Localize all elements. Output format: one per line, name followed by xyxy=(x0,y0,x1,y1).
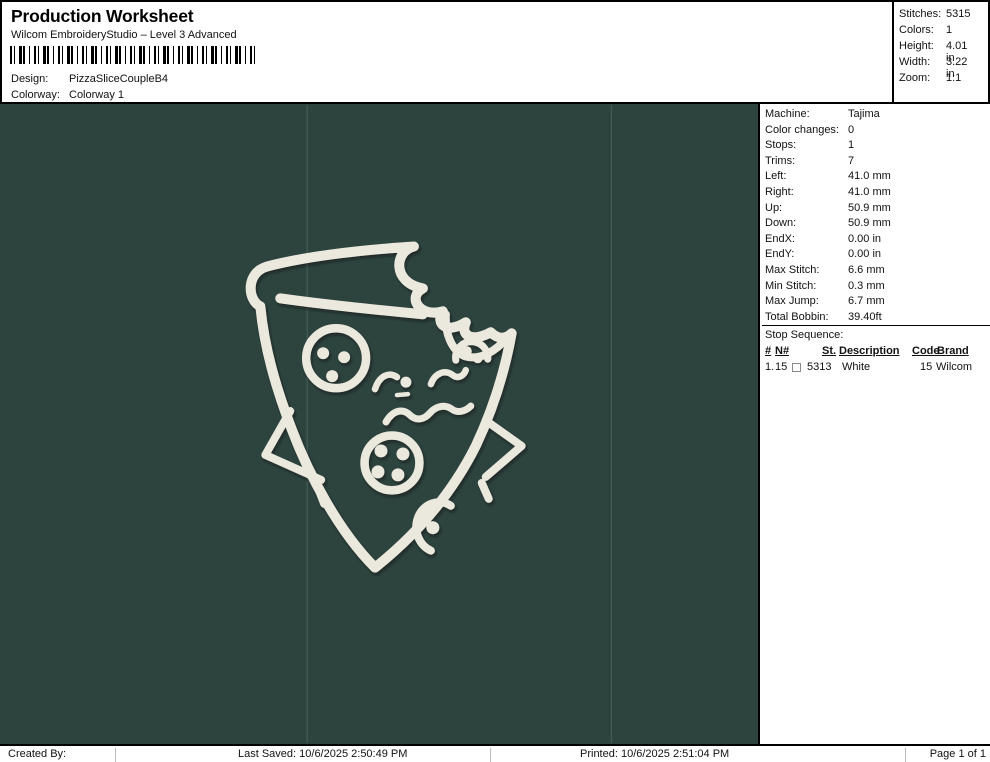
production-worksheet-page: Production Worksheet Wilcom EmbroiderySt… xyxy=(0,0,990,762)
info-row-endx: EndX: 0.00 in xyxy=(765,232,882,245)
stop-sequence-header: # N# St. Description Code Brand xyxy=(762,345,990,360)
col-brand: Brand xyxy=(937,345,969,357)
row-description: White xyxy=(842,361,871,373)
stop-sequence-title: Stop Sequence: xyxy=(765,329,844,341)
header-divider xyxy=(892,2,894,102)
info-row-down: Down: 50.9 mm xyxy=(765,217,891,230)
info-row-endy: EndY: 0.00 in xyxy=(765,248,882,261)
printed-timestamp: Printed: 10/6/2025 2:51:04 PM xyxy=(580,748,730,760)
colorway-row: Colorway: Colorway 1 xyxy=(11,89,124,101)
info-row-up: Up: 50.9 mm xyxy=(765,201,891,214)
machine-info-panel: Machine: Tajima Color changes: 0 Stops: 1 T… xyxy=(762,104,990,744)
brow-dash xyxy=(394,391,411,398)
created-by-label: Created By: xyxy=(8,748,67,760)
right-arm-hand xyxy=(477,478,493,503)
thread-color-checkbox[interactable] xyxy=(792,363,801,372)
worksheet-footer: Created By: Last Saved: 10/6/2025 2:50:4… xyxy=(0,744,990,762)
info-row-right: Right: 41.0 mm xyxy=(765,185,891,198)
design-value: PizzaSliceCoupleB4 xyxy=(69,73,169,85)
app-subtitle: Wilcom EmbroideryStudio – Level 3 Advanc… xyxy=(11,29,237,41)
row-code: 15 xyxy=(920,361,933,373)
mouth-wave xyxy=(382,402,475,426)
brow-squiggle-right xyxy=(427,366,470,388)
flap-dot xyxy=(461,346,472,357)
pepperoni-dot xyxy=(374,444,388,458)
flap-dot xyxy=(472,353,483,364)
pepperoni-dot xyxy=(317,347,330,360)
info-row-trims: Trims: 7 xyxy=(765,154,855,167)
footer-divider xyxy=(115,748,116,762)
pepperoni-dot xyxy=(396,447,410,461)
brow-blob xyxy=(400,376,412,388)
info-row-total-bobbin: Total Bobbin: 39.40ft xyxy=(765,310,882,323)
footer-divider xyxy=(905,748,906,762)
stitch-group xyxy=(245,241,526,573)
col-description: Description xyxy=(839,345,900,357)
row-brand: Wilcom xyxy=(936,361,973,373)
col-num: # xyxy=(765,345,772,357)
pizza-slice-design xyxy=(245,104,612,744)
page-title: Production Worksheet xyxy=(11,6,194,26)
last-saved-timestamp: Last Saved: 10/6/2025 2:50:49 PM xyxy=(238,748,408,760)
page-number: Page 1 of 1 xyxy=(929,748,986,760)
design-label: Design: xyxy=(11,73,49,85)
info-row-max-stitch: Max Stitch: 6.6 mm xyxy=(765,263,885,276)
colorway-value: Colorway 1 xyxy=(69,89,125,101)
crust-inner-line xyxy=(275,293,428,320)
info-row-max-jump: Max Jump: 6.7 mm xyxy=(765,295,885,308)
brow-squiggle-left xyxy=(371,371,401,393)
info-row-stops: Stops: 1 xyxy=(765,139,855,152)
info-row-min-stitch: Min Stitch: 0.3 mm xyxy=(765,279,885,292)
barcode xyxy=(10,46,258,64)
info-row-color-changes: Color changes: 0 xyxy=(765,123,855,136)
design-canvas xyxy=(0,104,760,744)
table-row: 1. 15 5313 White 15 Wilcom xyxy=(762,361,990,376)
info-row-machine: Machine: Tajima xyxy=(765,108,880,120)
colorway-label: Colorway: xyxy=(11,89,60,101)
col-code: Code xyxy=(912,345,940,357)
col-stitches: St. xyxy=(822,345,837,357)
stop-sequence-divider xyxy=(762,325,990,326)
footer-divider xyxy=(490,748,491,762)
pepperoni-dot xyxy=(371,465,385,479)
worksheet-header: Production Worksheet Wilcom EmbroiderySt… xyxy=(0,0,990,104)
row-num: 1. xyxy=(765,361,775,373)
row-needle: 15 xyxy=(775,361,788,373)
pepperoni-center xyxy=(360,431,424,495)
right-arm xyxy=(481,420,526,481)
machine-info-list: Machine: Tajima Color changes: 0 Stops: 1 T… xyxy=(762,107,990,325)
info-row-left: Left: 41.0 mm xyxy=(765,170,891,183)
col-needle: N# xyxy=(775,345,790,357)
pepperoni-dot xyxy=(426,521,440,535)
row-stitches: 5313 xyxy=(807,361,832,373)
pepperoni-dot xyxy=(338,351,351,364)
pepperoni-dot xyxy=(326,370,339,383)
design-row: Design: PizzaSliceCoupleB4 xyxy=(11,73,168,85)
pepperoni-dot xyxy=(391,468,405,482)
